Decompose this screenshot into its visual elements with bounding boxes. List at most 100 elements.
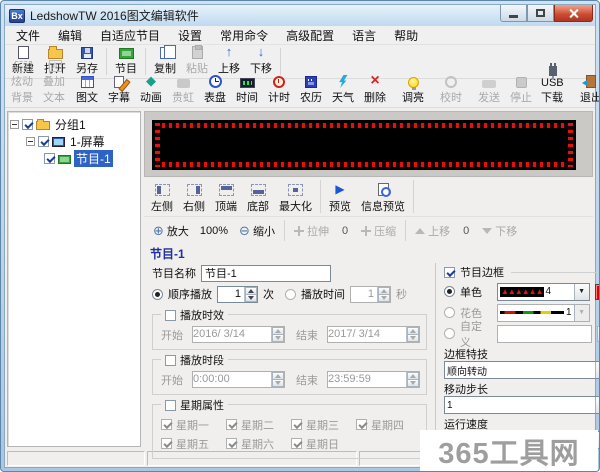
play-time-radio[interactable] [285, 289, 296, 300]
collapse-icon[interactable] [10, 120, 19, 129]
align-bottom-icon [251, 184, 266, 196]
spin-down-icon [407, 380, 419, 387]
lunar-calendar-button[interactable]: 农历 [295, 80, 327, 106]
custom-browse-button[interactable] [597, 326, 600, 342]
program-checkbox[interactable] [44, 153, 55, 164]
dropdown-arrow-icon[interactable]: ▼ [595, 397, 600, 413]
single-color-combo[interactable]: ▲▲▲▲▲▲ 4 ▼ [497, 283, 590, 301]
single-color-radio[interactable] [444, 286, 455, 297]
monday-checkbox[interactable]: 星期一 [161, 417, 226, 433]
play-time-unit-label: 秒 [396, 286, 407, 302]
graphic-text-button[interactable]: 图文 [71, 80, 103, 106]
delete-button[interactable]: × 删除 [359, 80, 391, 106]
menu-help[interactable]: 帮助 [385, 25, 427, 46]
weekday-checkbox[interactable] [165, 400, 176, 411]
time-button[interactable]: 时间 [231, 80, 263, 106]
save-as-button[interactable]: 另存 [71, 46, 103, 77]
align-left-button[interactable]: 左侧 [146, 178, 178, 215]
guihong-label: 贵虹 [172, 89, 194, 105]
valid-period-checkbox[interactable] [165, 310, 176, 321]
thursday-checkbox[interactable]: 星期四 [356, 417, 404, 433]
brightness-button[interactable]: 调亮 [397, 80, 429, 106]
menu-common-commands[interactable]: 常用命令 [211, 25, 277, 46]
graphic-text-icon [81, 76, 94, 88]
tree-node-screen[interactable]: 1-屏幕 [10, 133, 138, 150]
tree-node-program[interactable]: 节目-1 [10, 150, 138, 167]
led-screen[interactable] [152, 120, 576, 170]
screen-checkbox[interactable] [38, 136, 49, 147]
minimize-button[interactable] [500, 5, 527, 22]
program-name-input[interactable]: 节目-1 [201, 265, 331, 282]
toolbar-separator [284, 220, 285, 241]
tuesday-checkbox[interactable]: 星期二 [226, 417, 291, 433]
group-label[interactable]: 分组1 [53, 116, 88, 133]
menu-adaptive-program[interactable]: 自适应节目 [91, 25, 169, 46]
align-right-button[interactable]: 右侧 [178, 178, 210, 215]
sunday-checkbox[interactable]: 星期日 [291, 436, 356, 452]
dial-button[interactable]: 表盘 [199, 80, 231, 106]
wednesday-checkbox[interactable]: 星期三 [291, 417, 356, 433]
move-up-label: 上移 [218, 60, 240, 76]
single-color-value: 4 [546, 286, 552, 297]
sequence-play-radio[interactable] [152, 289, 163, 300]
align-top-button[interactable]: 顶端 [210, 178, 242, 215]
custom-border-radio[interactable] [444, 328, 455, 339]
overlay-text-label: 叠加文本 [43, 73, 67, 105]
timer-button[interactable]: 计时 [263, 80, 295, 106]
clock-dial-icon [209, 75, 222, 88]
down-arrow-icon: ↓ [258, 45, 265, 59]
move-up-button[interactable]: ↑ 上移 [213, 46, 245, 77]
subtitle-button[interactable]: 字幕 [103, 80, 135, 106]
zoom-out-button[interactable]: ⊖ 缩小 [234, 223, 280, 239]
stop-icon [516, 77, 527, 88]
collapse-icon[interactable] [26, 137, 35, 146]
saturday-checkbox[interactable]: 星期六 [226, 436, 291, 452]
weather-icon [339, 75, 348, 88]
maximize-area-button[interactable]: 最大化 [274, 178, 317, 215]
dropdown-arrow-icon[interactable]: ▼ [595, 362, 600, 378]
group-checkbox[interactable] [22, 119, 33, 130]
program-settings-form: 节目名称 节目-1 顺序播放 1 次 播放时间 [144, 261, 435, 447]
usb-download-button[interactable]: USB下载 [537, 80, 569, 106]
menu-language[interactable]: 语言 [343, 25, 385, 46]
folder-icon [36, 121, 50, 130]
single-color-label: 单色 [460, 284, 492, 300]
animation-icon: ◆ [146, 74, 156, 88]
program-border-label: 节目边框 [460, 264, 504, 280]
align-bottom-button[interactable]: 底部 [242, 178, 274, 215]
sequence-count-spinner[interactable]: 1 [217, 286, 258, 303]
menu-file[interactable]: 文件 [7, 25, 49, 46]
sequence-count-value[interactable]: 1 [218, 287, 244, 302]
maximize-button[interactable] [527, 5, 554, 22]
up-arrow-icon: ↑ [226, 45, 233, 59]
zoom-in-button[interactable]: ⊕ 放大 [148, 223, 194, 239]
border-color-swatch[interactable] [595, 284, 600, 300]
tree-node-group[interactable]: 分组1 [10, 116, 138, 133]
program-border-checkbox[interactable] [444, 267, 455, 278]
border-effect-value: 顺向转动 [447, 363, 487, 378]
exit-button[interactable]: 退出 [575, 80, 600, 106]
dropdown-arrow-icon[interactable]: ▼ [574, 284, 589, 300]
menu-edit[interactable]: 编辑 [49, 25, 91, 46]
animation-button[interactable]: ◆ 动画 [135, 80, 167, 106]
dropdown-arrow-icon: ▼ [574, 305, 589, 321]
program-node-label[interactable]: 节目-1 [74, 150, 113, 167]
weather-button[interactable]: 天气 [327, 80, 359, 106]
move-step-select[interactable]: 1 ▼ [444, 396, 600, 414]
border-effect-select[interactable]: 顺向转动 ▼ [444, 361, 600, 379]
close-button[interactable] [554, 5, 593, 22]
flower-color-radio[interactable] [444, 307, 455, 318]
program-button[interactable]: 节目 [110, 46, 142, 77]
friday-checkbox[interactable]: 星期五 [161, 436, 226, 452]
preview-button[interactable]: ▶ 预览 [324, 178, 356, 215]
menu-advanced-config[interactable]: 高级配置 [277, 25, 343, 46]
info-preview-label: 信息预览 [361, 198, 405, 214]
screen-label[interactable]: 1-屏幕 [68, 133, 107, 150]
info-preview-button[interactable]: 信息预览 [356, 178, 410, 215]
timeslot-checkbox[interactable] [165, 355, 176, 366]
move-down-button[interactable]: ↓ 下移 [245, 46, 277, 77]
menu-settings[interactable]: 设置 [169, 25, 211, 46]
spin-up-icon[interactable] [245, 287, 257, 295]
spin-down-icon[interactable] [245, 295, 257, 302]
usb-download-label: USB下载 [541, 77, 565, 105]
